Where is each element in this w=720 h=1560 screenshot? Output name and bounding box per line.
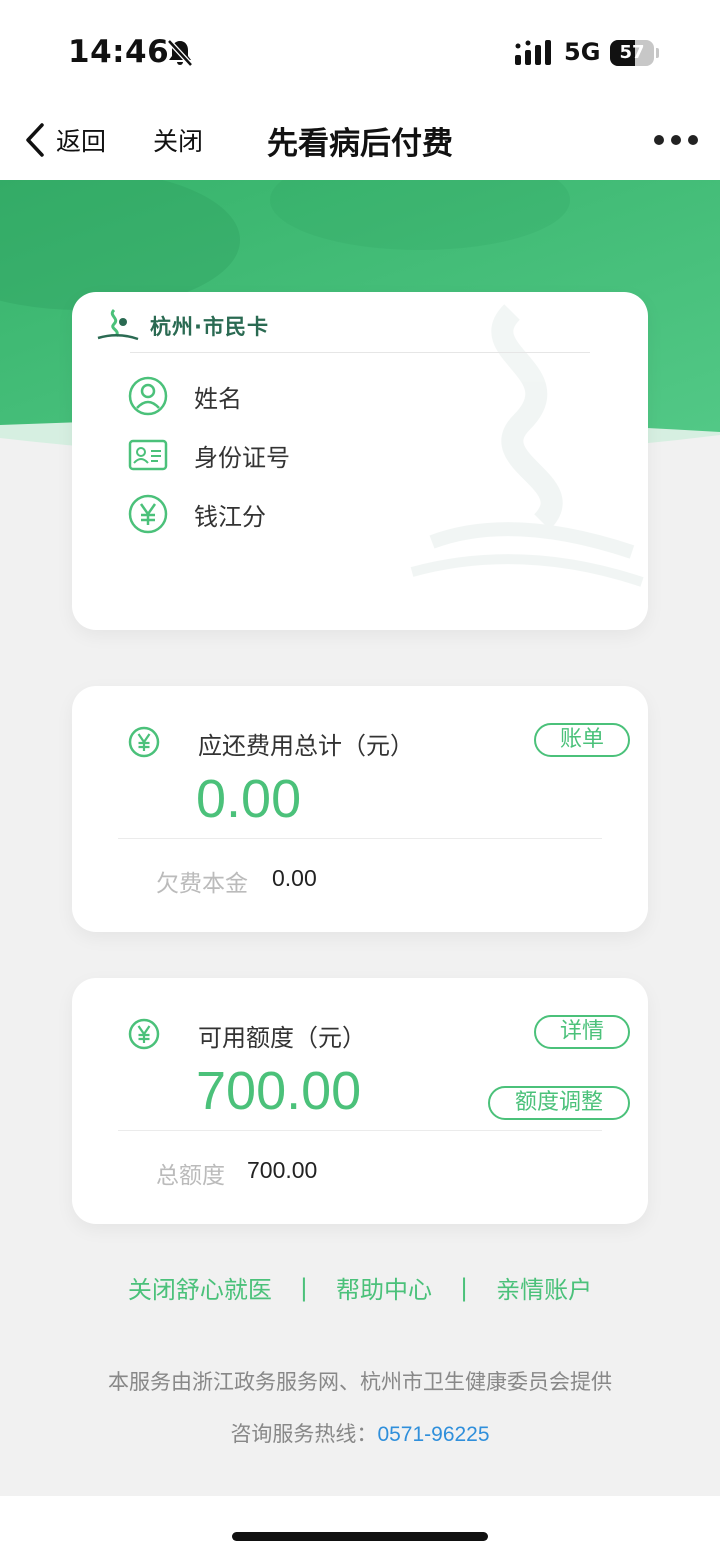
footer-links: 关闭舒心就医 | 帮助中心 | 亲情账户 — [0, 1270, 720, 1305]
principal-label: 欠费本金 — [156, 871, 248, 897]
divider — [130, 352, 590, 353]
adjust-limit-button[interactable]: 额度调整 — [488, 1086, 630, 1120]
status-bar: 14:46 5G 57 — [0, 0, 720, 100]
help-center-link[interactable]: 帮助中心 — [336, 1270, 432, 1305]
home-bar-area — [0, 1496, 720, 1560]
page-title: 先看病后付费 — [267, 126, 453, 162]
citizen-card-logo: 杭州·市民卡 — [96, 308, 269, 344]
hotline-label: 咨询服务热线： — [230, 1422, 378, 1446]
signal-icon — [515, 40, 551, 65]
divider — [118, 838, 602, 839]
divider — [118, 1130, 602, 1131]
credit-limit-card: 可用额度（元） 详情 700.00 额度调整 总额度 700.00 — [72, 978, 648, 1224]
yen-circle-icon — [128, 1018, 160, 1050]
nav-bar: 返回 关闭 先看病后付费 — [0, 100, 720, 180]
chevron-left-icon — [26, 123, 44, 157]
bell-muted-icon — [167, 39, 193, 67]
detail-button[interactable]: 详情 — [534, 1015, 630, 1049]
name-row: 姓名 — [128, 376, 242, 416]
bill-total-label: 应还费用总计（元） — [198, 732, 414, 760]
citizen-card-brand: 杭州·市民卡 — [150, 315, 269, 339]
back-label: 返回 — [56, 127, 107, 156]
principal-value: 0.00 — [272, 865, 317, 891]
id-number-label: 身份证号 — [194, 443, 290, 472]
close-service-link[interactable]: 关闭舒心就医 — [128, 1270, 272, 1305]
back-button[interactable]: 返回 — [22, 120, 106, 160]
citizen-card-logo-icon — [97, 308, 139, 341]
battery-percent: 57 — [619, 42, 645, 63]
network-type: 5G — [564, 38, 601, 66]
bill-card: 应还费用总计（元） 账单 0.00 欠费本金 0.00 — [72, 686, 648, 932]
id-card-icon — [128, 439, 168, 471]
hotline-number-link[interactable]: 0571-96225 — [377, 1423, 489, 1446]
link-separator: | — [460, 1273, 469, 1302]
home-indicator[interactable] — [232, 1532, 488, 1541]
citizen-card: 杭州·市民卡 姓名 身份证号 钱江分 — [72, 292, 648, 630]
more-dots-icon — [654, 135, 664, 145]
status-time: 14:46 — [68, 34, 170, 70]
user-icon — [128, 376, 168, 416]
close-button[interactable]: 关闭 — [153, 122, 203, 158]
id-number-row: 身份证号 — [128, 435, 290, 475]
hotline: 咨询服务热线：0571-96225 — [0, 1418, 720, 1448]
credit-score-row: 钱江分 — [128, 494, 266, 534]
link-separator: | — [299, 1273, 308, 1302]
bill-button[interactable]: 账单 — [534, 723, 630, 757]
available-limit-amount: 700.00 — [196, 1061, 362, 1121]
total-limit-label: 总额度 — [156, 1163, 225, 1189]
name-label: 姓名 — [194, 384, 242, 413]
credit-score-label: 钱江分 — [194, 502, 266, 531]
yen-circle-icon — [128, 726, 160, 758]
bill-total-amount: 0.00 — [196, 769, 302, 829]
available-limit-label: 可用额度（元） — [198, 1024, 366, 1052]
family-account-link[interactable]: 亲情账户 — [496, 1270, 592, 1305]
watermark-logo — [410, 304, 644, 587]
total-limit-value: 700.00 — [247, 1157, 318, 1183]
battery-icon: 57 — [610, 40, 659, 66]
yen-circle-icon — [128, 494, 168, 534]
service-provider-note: 本服务由浙江政务服务网、杭州市卫生健康委员会提供 — [108, 1370, 612, 1394]
more-menu-button[interactable] — [654, 130, 698, 150]
